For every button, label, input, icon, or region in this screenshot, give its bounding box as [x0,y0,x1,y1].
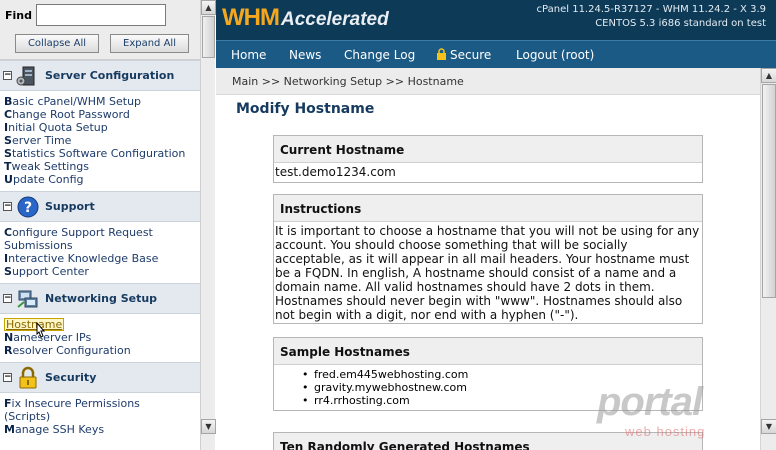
sidebar-scrollbar[interactable]: ▲ ▼ [200,0,216,450]
link-statistics-software[interactable]: Statistics Software Configuration [4,147,200,160]
find-input[interactable] [36,4,166,26]
nav-change-log[interactable]: Change Log [344,48,415,62]
version-info: cPanel 11.24.5-R37127 - WHM 11.24.2 - X … [537,3,766,31]
link-server-time[interactable]: Server Time [4,134,200,147]
link-knowledge-base[interactable]: Interactive Knowledge Base [4,252,200,265]
nav-home[interactable]: Home [231,48,266,62]
link-submissions[interactable]: Submissions [4,239,200,252]
svg-text:?: ? [24,200,32,216]
whm-window: Find Collapse All Expand All − Server Co… [0,0,776,450]
server-icon [16,66,35,86]
category-security[interactable]: − Security [0,362,200,393]
header-banner: WHM Accelerated cPanel 11.24.5-R37127 - W… [216,0,776,40]
category-support[interactable]: − ? Support [0,191,200,222]
category-title: Security [45,371,97,384]
category-links: Basic cPanel/WHM Setup Change Root Passw… [0,91,200,191]
link-update-config[interactable]: Update Config [4,173,200,186]
breadcrumb-text: Main >> Networking Setup >> Hostname [232,75,464,88]
expand-all-button[interactable]: Expand All [110,34,189,53]
nav-secure[interactable]: Secure [436,48,491,62]
category-server-configuration[interactable]: − Server Configuration [0,60,200,91]
current-hostname-value: test.demo1234.com [275,165,396,179]
instructions-text: It is important to choose a hostname tha… [275,224,700,322]
link-manage-ssh-keys[interactable]: Manage SSH Keys [4,423,200,436]
scroll-thumb[interactable] [762,84,776,298]
portal-watermark: portal web hosting [597,380,706,439]
link-support-center[interactable]: Support Center [4,265,200,278]
collapse-toggle-icon[interactable]: − [3,71,12,80]
collapse-toggle-icon[interactable]: − [3,294,12,303]
top-nav: Home News Change Log Secure Logout (root… [216,40,776,68]
scroll-up-icon[interactable]: ▲ [201,0,216,15]
link-initial-quota-setup[interactable]: Initial Quota Setup [4,121,200,134]
link-change-root-password[interactable]: Change Root Password [4,108,200,121]
nav-news[interactable]: News [289,48,321,62]
link-tweak-settings[interactable]: Tweak Settings [4,160,200,173]
box-heading: Sample Hostnames [274,338,702,365]
category-networking-setup[interactable]: − Networking Setup [0,283,200,314]
instructions-box: Instructions It is important to choose a… [273,194,703,324]
current-hostname-box: Current Hostname test.demo1234.com [273,135,703,183]
box-heading: Instructions [274,195,702,222]
server-line: CENTOS 5.3 i686 standard on test [595,18,766,29]
find-bar: Find Collapse All Expand All [0,0,200,60]
link-scripts[interactable]: (Scripts) [4,410,200,423]
scroll-up-icon[interactable]: ▲ [761,68,776,83]
nav-logout[interactable]: Logout (root) [516,48,594,62]
box-heading: Current Hostname [274,136,702,163]
collapse-toggle-icon[interactable]: − [3,202,12,211]
category-title: Server Configuration [45,69,175,82]
link-resolver-configuration[interactable]: Resolver Configuration [4,344,200,357]
network-icon [17,290,38,308]
lock-icon [437,48,446,60]
lock-icon [19,366,37,389]
mouse-cursor-icon [36,322,46,338]
scroll-down-icon[interactable]: ▼ [201,419,216,434]
collapse-all-button[interactable]: Collapse All [15,34,99,53]
link-fix-insecure-permissions[interactable]: Fix Insecure Permissions [4,397,200,410]
category-links: Hostname Nameserver IPs Resolver Configu… [0,314,200,362]
collapse-toggle-icon[interactable]: − [3,373,12,382]
help-icon: ? [17,196,39,218]
scroll-down-icon[interactable]: ▼ [761,419,776,434]
category-title: Support [45,200,95,213]
sidebar: Find Collapse All Expand All − Server Co… [0,0,200,450]
link-basic-setup[interactable]: Basic cPanel/WHM Setup [4,95,200,108]
category-links: Configure Support Request Submissions In… [0,222,200,283]
category-title: Networking Setup [45,292,158,305]
version-line: cPanel 11.24.5-R37127 - WHM 11.24.2 - X … [536,4,766,15]
link-configure-support-request[interactable]: Configure Support Request [4,226,200,239]
category-links: Fix Insecure Permissions (Scripts) Manag… [0,393,200,441]
page-title: Modify Hostname [236,101,375,117]
breadcrumb: Main >> Networking Setup >> Hostname [216,68,776,95]
scroll-thumb[interactable] [202,16,215,58]
whm-logo: WHM Accelerated [222,4,389,31]
find-label: Find [5,9,32,22]
content-scrollbar[interactable]: ▲ ▼ [760,68,776,450]
